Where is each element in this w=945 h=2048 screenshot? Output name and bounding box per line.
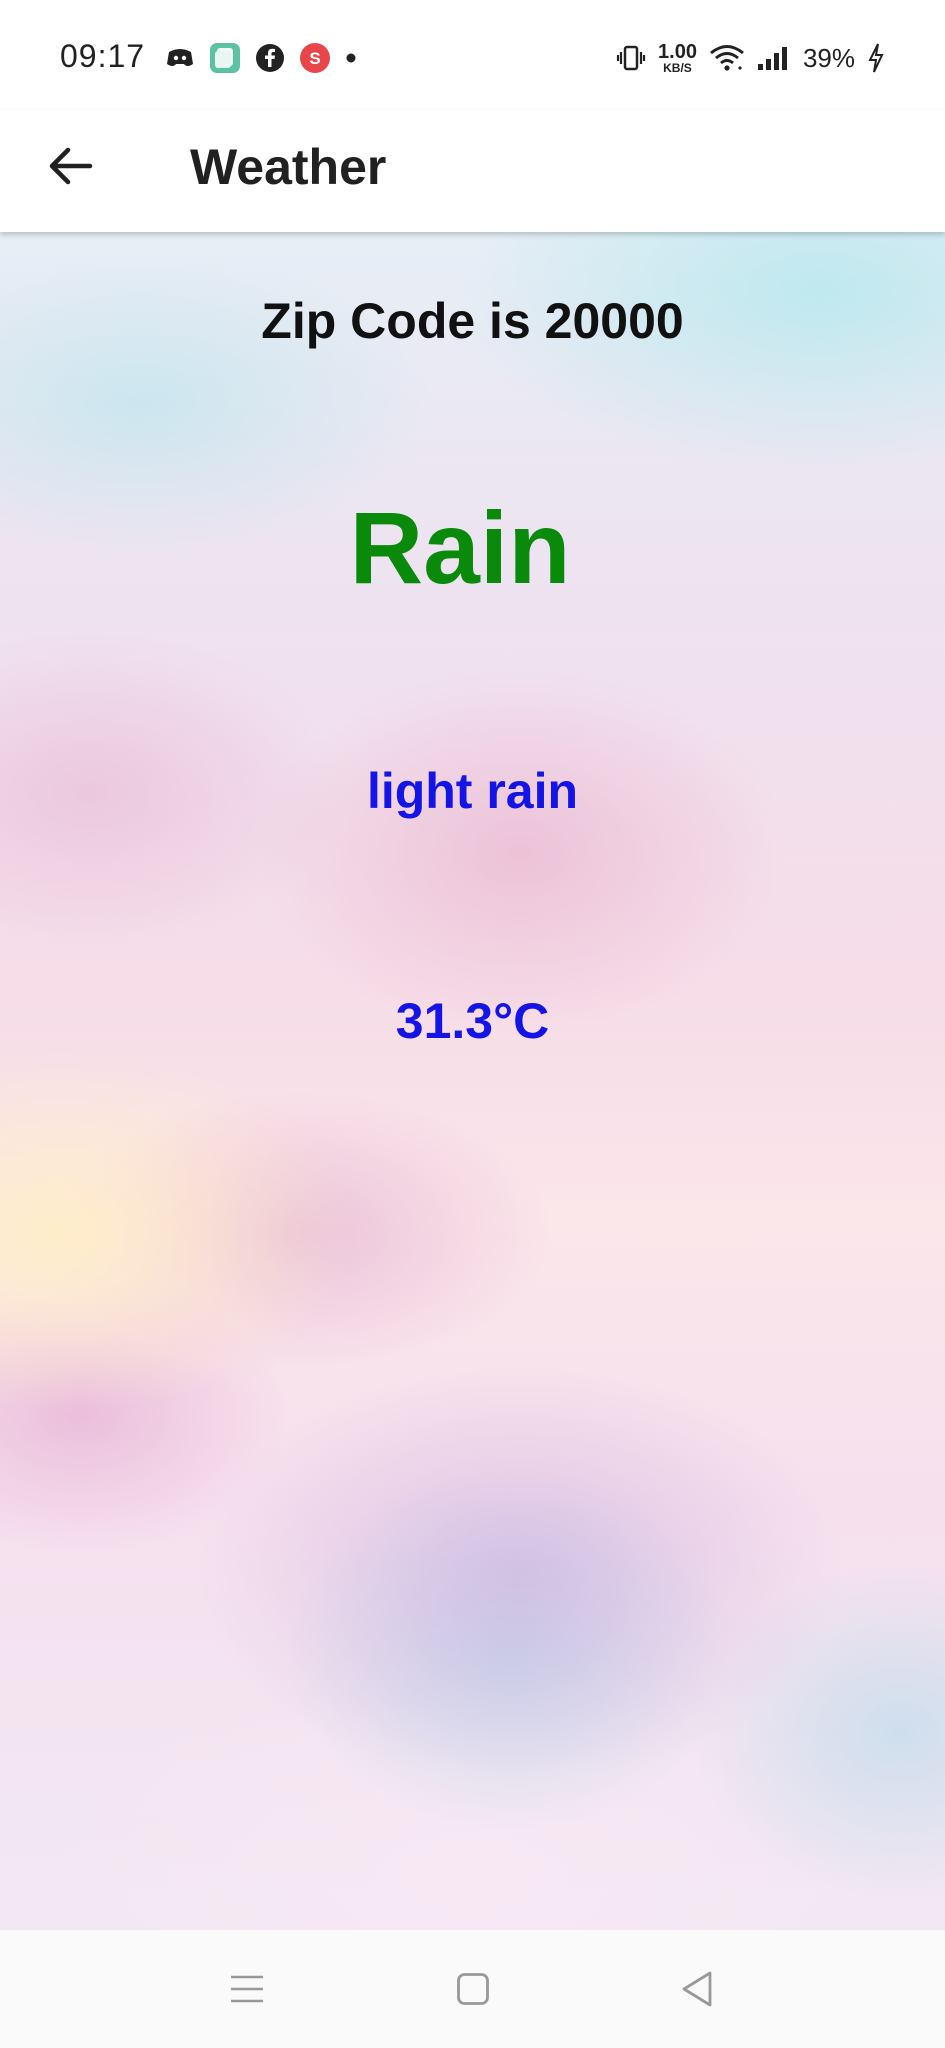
weather-content: Zip Code is 20000 Rain light rain 31.3°C (0, 232, 945, 1930)
battery-percent: 39% (802, 42, 855, 73)
net-speed: 1.00 KB/S (658, 42, 697, 74)
facebook-icon (255, 43, 285, 73)
system-back-button[interactable] (672, 1964, 722, 2014)
app-bar: Weather (0, 110, 945, 232)
zip-code-label: Zip Code is 20000 (261, 293, 684, 349)
back-triangle-icon (680, 1971, 714, 2007)
system-status-icons: 1.00 KB/S 39% (616, 38, 885, 78)
signal-icon (757, 45, 791, 71)
app-icon (209, 42, 241, 74)
notification-dot-icon (345, 52, 357, 64)
temperature: 31.3°C (395, 993, 550, 1049)
page-title: Weather (190, 139, 387, 195)
recent-apps-button[interactable] (222, 1964, 272, 2014)
weather-main: Rain (349, 491, 571, 605)
notification-icons: S (165, 40, 357, 76)
status-time: 09:17 (60, 38, 146, 74)
net-speed-value: 1.00 (658, 41, 697, 63)
home-square-icon (456, 1972, 490, 2006)
navigation-bar (0, 1930, 945, 2048)
arrow-left-icon (46, 146, 94, 186)
menu-icon (229, 1974, 265, 2004)
back-button[interactable] (38, 134, 102, 198)
weather-description: light rain (366, 763, 579, 819)
wifi-icon (709, 44, 745, 72)
home-button[interactable] (448, 1964, 498, 2014)
svg-text:S: S (309, 49, 320, 68)
s-app-icon: S (299, 42, 331, 74)
charging-icon (867, 43, 885, 73)
vibrate-icon (616, 44, 646, 72)
status-bar: 09:17 S 1.00 KB/S 39% (0, 0, 945, 110)
discord-icon (165, 46, 195, 70)
net-speed-unit: KB/S (663, 61, 692, 75)
